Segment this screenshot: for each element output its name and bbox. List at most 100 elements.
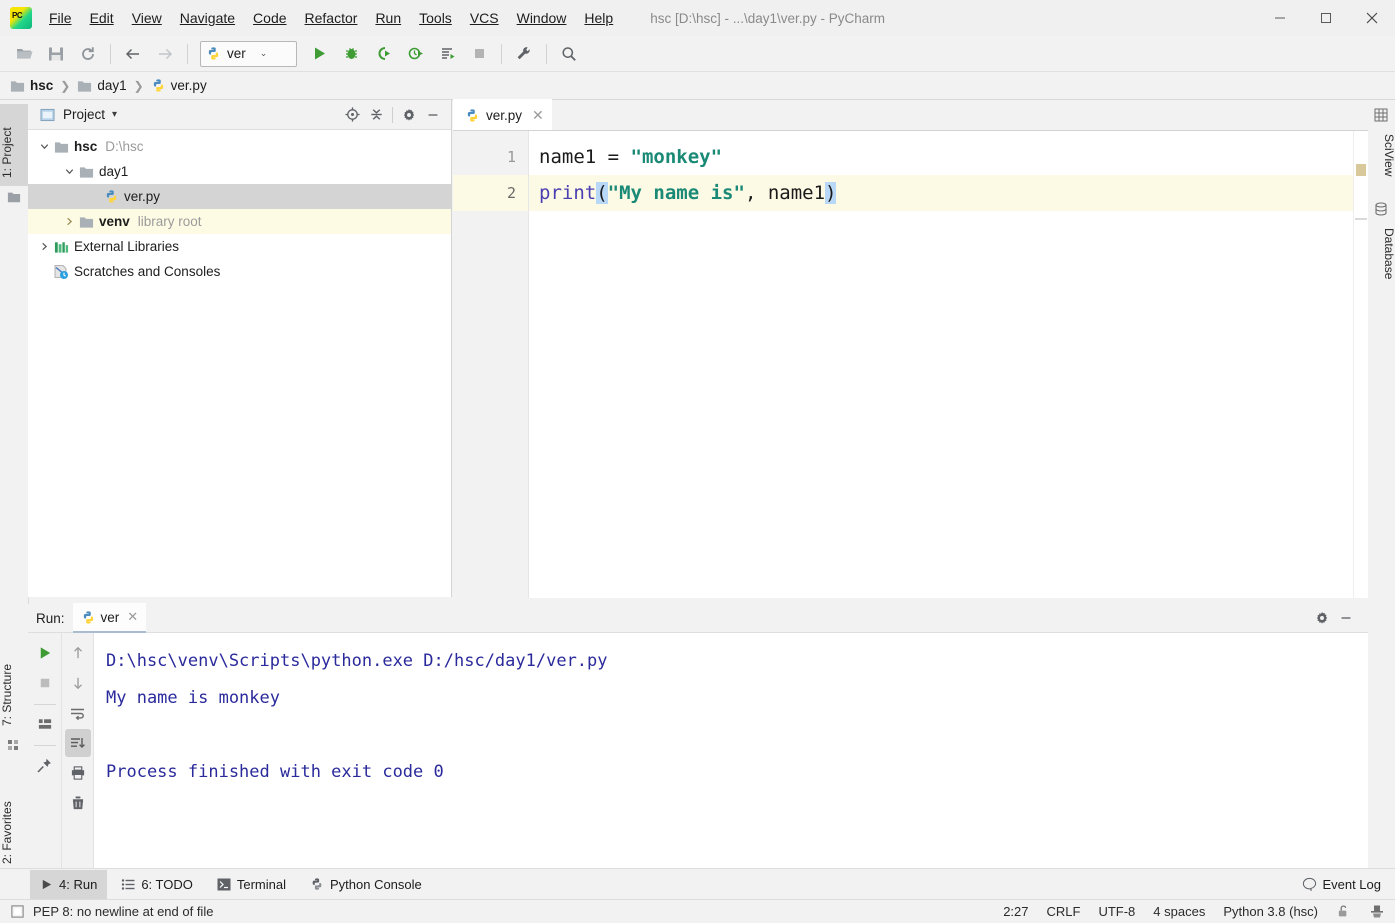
menu-run[interactable]: Run — [366, 6, 410, 30]
event-log-button[interactable]: Event Log — [1302, 877, 1395, 892]
tree-item-verpy[interactable]: ver.py — [28, 184, 451, 209]
print-button[interactable] — [65, 759, 91, 787]
run-tests-button[interactable] — [433, 41, 461, 67]
sidebar-item-sciview-label: SciView — [1382, 134, 1395, 177]
menu-help[interactable]: Help — [575, 6, 622, 30]
minimize-button[interactable] — [1257, 0, 1303, 36]
sync-refresh-button[interactable] — [74, 41, 102, 67]
indent-setting[interactable]: 4 spaces — [1153, 904, 1205, 919]
soft-wrap-button[interactable] — [65, 699, 91, 727]
editor-marker-bar[interactable] — [1353, 131, 1368, 598]
navigate-back-button[interactable] — [119, 41, 147, 67]
folder-icon — [10, 80, 25, 92]
menu-refactor[interactable]: Refactor — [296, 6, 367, 30]
scroll-to-end-icon — [71, 737, 85, 748]
tree-item-external-libraries[interactable]: External Libraries — [28, 234, 451, 259]
collapse-arrow-icon[interactable] — [61, 216, 77, 227]
inspection-icon[interactable] — [10, 904, 25, 919]
caret-position[interactable]: 2:27 — [1003, 904, 1028, 919]
expand-arrow-icon[interactable] — [61, 166, 77, 177]
project-settings-button[interactable] — [397, 104, 421, 126]
search-everywhere-button[interactable] — [555, 41, 583, 67]
scroll-up-button[interactable] — [65, 639, 91, 667]
sidebar-item-project[interactable]: 1: Project — [0, 104, 28, 186]
code-close-paren: ) — [825, 182, 837, 204]
editor-tab-verpy[interactable]: ver.py ✕ — [453, 99, 552, 130]
run-button[interactable] — [305, 41, 333, 67]
tree-item-day1[interactable]: day1 — [28, 159, 451, 184]
run-tab-ver[interactable]: ver ✕ — [72, 603, 147, 633]
menu-view[interactable]: View — [123, 6, 171, 30]
hector-button[interactable] — [1369, 904, 1385, 919]
hide-run-panel-button[interactable] — [1334, 607, 1358, 629]
menu-code-label: Code — [253, 10, 287, 26]
menu-edit[interactable]: Edit — [81, 6, 123, 30]
close-run-tab-icon[interactable]: ✕ — [127, 609, 138, 625]
show-layout-icon — [38, 719, 51, 729]
python-interpreter[interactable]: Python 3.8 (hsc) — [1223, 904, 1318, 919]
scroll-down-button[interactable] — [65, 669, 91, 697]
breadcrumb-item-day1[interactable]: day1 — [77, 78, 127, 93]
warning-marker[interactable] — [1356, 164, 1366, 176]
expand-arrow-icon[interactable] — [36, 141, 52, 152]
hide-project-panel-button[interactable] — [421, 104, 445, 126]
close-button[interactable] — [1349, 0, 1395, 36]
hide-panel-icon — [1341, 617, 1351, 619]
show-layout-button[interactable] — [32, 710, 58, 738]
debug-button[interactable] — [337, 41, 365, 67]
settings-button[interactable] — [510, 41, 538, 67]
file-encoding[interactable]: UTF-8 — [1098, 904, 1135, 919]
unlocked-button[interactable] — [1336, 904, 1351, 919]
stop-button[interactable] — [465, 41, 493, 67]
menu-tools[interactable]: Tools — [410, 6, 461, 30]
sidebar-item-database[interactable]: Database — [1368, 220, 1395, 310]
collapse-all-icon — [370, 109, 382, 120]
collapse-all-button[interactable] — [364, 104, 388, 126]
line-separator[interactable]: CRLF — [1047, 904, 1081, 919]
profile-button[interactable] — [401, 41, 429, 67]
tree-item-hsc[interactable]: hsc D:\hsc — [28, 134, 451, 159]
close-tab-icon[interactable]: ✕ — [532, 107, 544, 124]
clear-all-button[interactable] — [65, 789, 91, 817]
editor-tab-bar: ver.py ✕ — [453, 99, 1368, 131]
sidebar-item-structure[interactable]: 7: Structure — [0, 638, 28, 734]
save-all-icon — [49, 47, 63, 60]
sidebar-item-favorites[interactable]: 2: Favorites — [0, 772, 28, 872]
collapse-arrow-icon[interactable] — [36, 241, 52, 252]
settings-gear-icon — [403, 108, 415, 121]
navigate-forward-button[interactable] — [151, 41, 179, 67]
scroll-to-end-button[interactable] — [64, 729, 91, 757]
bottom-tab-todo[interactable]: 6: TODO — [111, 870, 203, 899]
breadcrumb-item-hsc[interactable]: hsc — [10, 78, 53, 93]
maximize-button[interactable] — [1303, 0, 1349, 36]
run-settings-button[interactable] — [1310, 607, 1334, 629]
python-file-icon — [153, 79, 163, 92]
rerun-button[interactable] — [32, 639, 58, 667]
bottom-tab-terminal[interactable]: Terminal — [207, 870, 296, 899]
pin-tab-button[interactable] — [32, 751, 58, 779]
tree-item-scratches[interactable]: Scratches and Consoles — [28, 259, 451, 284]
menu-window[interactable]: Window — [508, 6, 576, 30]
menu-edit-label: Edit — [89, 10, 114, 26]
run-configuration-selector[interactable]: ver ⌄ — [200, 40, 297, 67]
editor-body[interactable]: 1 2 name1 = "monkey" print("My name is",… — [453, 131, 1368, 598]
sidebar-item-sciview[interactable]: SciView — [1368, 126, 1395, 196]
menu-code[interactable]: Code — [244, 6, 295, 30]
code-content[interactable]: name1 = "monkey" print("My name is", nam… — [529, 131, 1353, 598]
menu-navigate[interactable]: Navigate — [171, 6, 244, 30]
bottom-tab-run[interactable]: 4: Run — [30, 869, 108, 899]
tree-item-venv[interactable]: venv library root — [28, 209, 451, 234]
bottom-tab-python-console[interactable]: Python Console — [300, 870, 432, 899]
run-with-coverage-button[interactable] — [369, 41, 397, 67]
save-all-button[interactable] — [42, 41, 70, 67]
locate-file-button[interactable] — [340, 104, 364, 126]
menu-vcs[interactable]: VCS — [461, 6, 508, 30]
breadcrumb-item-verpy[interactable]: ver.py — [151, 78, 207, 93]
open-folder-button[interactable] — [10, 41, 38, 67]
stop-process-button[interactable] — [32, 669, 58, 697]
menu-file[interactable]: File — [40, 6, 81, 30]
console-output[interactable]: D:\hsc\venv\Scripts\python.exe D:/hsc/da… — [94, 633, 1368, 868]
left-tool-stripe: 1: Project 7: Structure 2: Favorites — [0, 100, 29, 891]
structure-icon — [8, 740, 18, 750]
window-controls — [1257, 0, 1395, 36]
